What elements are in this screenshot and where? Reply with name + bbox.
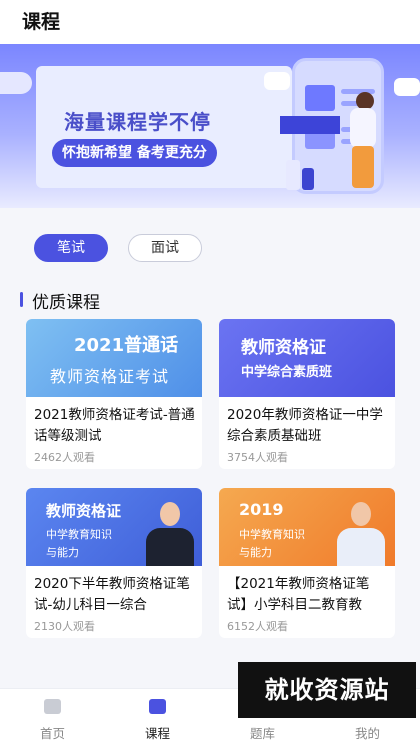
watermark-overlay: 就收资源站 — [238, 662, 416, 718]
thumb-subtitle-2: 与能力 — [46, 546, 79, 559]
course-thumbnail: 2021普通话 教师资格证考试 — [26, 319, 202, 397]
view-count: 2462人观看 — [34, 451, 95, 464]
course-card[interactable]: 教师资格证 中学综合素质班 2020年教师资格证一中学综合素质基础班 3754人… — [219, 319, 395, 469]
section-title: 优质课程 — [20, 288, 100, 313]
thumb-subtitle: 中学教育知识 — [46, 528, 112, 541]
promo-banner[interactable]: 海量课程学不停 怀抱新希望 备考更充分 — [0, 44, 420, 208]
view-count: 2130人观看 — [34, 620, 95, 633]
course-thumbnail: 教师资格证 中学教育知识 与能力 — [26, 488, 202, 566]
tab-profile-label: 我的 — [354, 726, 380, 741]
tab-interview[interactable]: 面试 — [128, 234, 202, 262]
thumb-subtitle: 教师资格证考试 — [50, 367, 170, 386]
course-name: 2020年教师资格证一中学综合素质基础班 — [227, 407, 383, 444]
cloud-decoration — [0, 72, 32, 94]
thumb-subtitle-2: 与能力 — [239, 546, 272, 559]
course-name: 【2021年教师资格证笔试】小学科目二教育教 — [227, 576, 370, 613]
thumb-subtitle: 中学综合素质班 — [241, 365, 333, 380]
tab-home[interactable]: 首页 — [0, 689, 105, 746]
course-card[interactable]: 教师资格证 中学教育知识 与能力 2020下半年教师资格证笔试-幼儿科目一综合 … — [26, 488, 202, 638]
view-count: 3754人观看 — [227, 451, 288, 464]
box-decoration — [286, 160, 300, 190]
course-thumbnail: 教师资格证 中学综合素质班 — [219, 319, 395, 397]
section-title-text: 优质课程 — [32, 293, 100, 313]
section-accent-bar — [20, 292, 23, 307]
banner-heading: 海量课程学不停 — [64, 110, 211, 134]
thumb-title: 2021普通话 — [74, 335, 179, 356]
course-name: 2021教师资格证考试-普通话等级测试 — [34, 407, 195, 444]
course-thumbnail: 2019 中学教育知识 与能力 — [219, 488, 395, 566]
course-icon — [149, 699, 166, 714]
tab-courses-label: 课程 — [144, 726, 170, 741]
page-title: 课程 — [22, 11, 61, 33]
course-card[interactable]: 2019 中学教育知识 与能力 【2021年教师资格证笔试】小学科目二教育教 6… — [219, 488, 395, 638]
exam-type-tabs: 笔试 面试 — [0, 208, 420, 286]
course-name: 2020下半年教师资格证笔试-幼儿科目一综合 — [34, 576, 190, 613]
arrow-decoration — [280, 116, 340, 134]
thumb-subtitle: 中学教育知识 — [239, 528, 305, 541]
view-count: 6152人观看 — [227, 620, 288, 633]
tab-written-exam[interactable]: 笔试 — [34, 234, 108, 262]
tab-courses[interactable]: 课程 — [105, 689, 210, 746]
home-icon — [44, 699, 61, 714]
course-card[interactable]: 2021普通话 教师资格证考试 2021教师资格证考试-普通话等级测试 2462… — [26, 319, 202, 469]
chat-bubble-icon — [394, 78, 420, 96]
thumb-title: 教师资格证 — [241, 338, 326, 358]
person-legs — [352, 146, 374, 188]
thumb-title: 2019 — [239, 500, 284, 519]
teacher-photo — [142, 488, 198, 566]
box-decoration — [302, 168, 314, 190]
person-body — [350, 108, 376, 148]
tab-home-label: 首页 — [39, 726, 65, 741]
tab-question-bank-label: 题库 — [249, 726, 275, 741]
chat-bubble-icon — [264, 72, 290, 90]
teacher-photo — [331, 488, 391, 566]
banner-slogan: 怀抱新希望 备考更充分 — [52, 139, 217, 167]
top-bar: 课程 — [0, 0, 420, 44]
thumb-title: 教师资格证 — [46, 502, 122, 520]
